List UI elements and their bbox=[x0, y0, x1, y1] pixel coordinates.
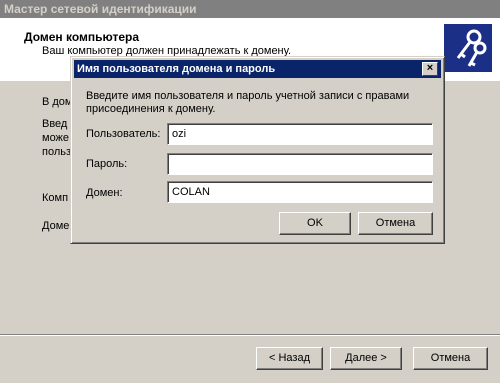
password-field[interactable] bbox=[167, 153, 433, 175]
ok-button[interactable]: OK bbox=[279, 212, 351, 235]
password-label: Пароль: bbox=[86, 158, 128, 170]
wizard-cancel-button[interactable]: Отмена bbox=[413, 347, 488, 370]
next-button[interactable]: Далее > bbox=[330, 347, 402, 370]
footer-divider bbox=[0, 334, 500, 336]
domain-field[interactable] bbox=[167, 181, 433, 203]
background-text-2: Введ bbox=[42, 118, 68, 130]
background-text-3: може bbox=[42, 132, 70, 144]
dialog-instruction: Введите имя пользователя и пароль учетно… bbox=[86, 90, 410, 115]
header-title: Домен компьютера bbox=[24, 30, 140, 44]
close-icon[interactable]: × bbox=[422, 62, 438, 76]
background-text-4: польз bbox=[42, 146, 72, 158]
credentials-dialog: Имя пользователя домена и пароль × Введи… bbox=[70, 56, 445, 244]
dialog-title: Имя пользователя домена и пароль bbox=[77, 63, 276, 75]
user-label: Пользователь: bbox=[86, 128, 161, 140]
background-text-6: Доме bbox=[42, 220, 70, 232]
dialog-title-bar: Имя пользователя домена и пароль × bbox=[74, 60, 441, 78]
domain-label: Домен: bbox=[86, 187, 123, 199]
dialog-cancel-button[interactable]: Отмена bbox=[358, 212, 433, 235]
background-text-5: Комп bbox=[42, 192, 69, 204]
user-field[interactable] bbox=[167, 123, 433, 145]
wizard-title-bar: Мастер сетевой идентификации bbox=[0, 0, 500, 18]
back-button[interactable]: < Назад bbox=[256, 347, 323, 370]
background-text-1: В дом bbox=[42, 96, 73, 108]
keys-icon bbox=[444, 24, 492, 72]
